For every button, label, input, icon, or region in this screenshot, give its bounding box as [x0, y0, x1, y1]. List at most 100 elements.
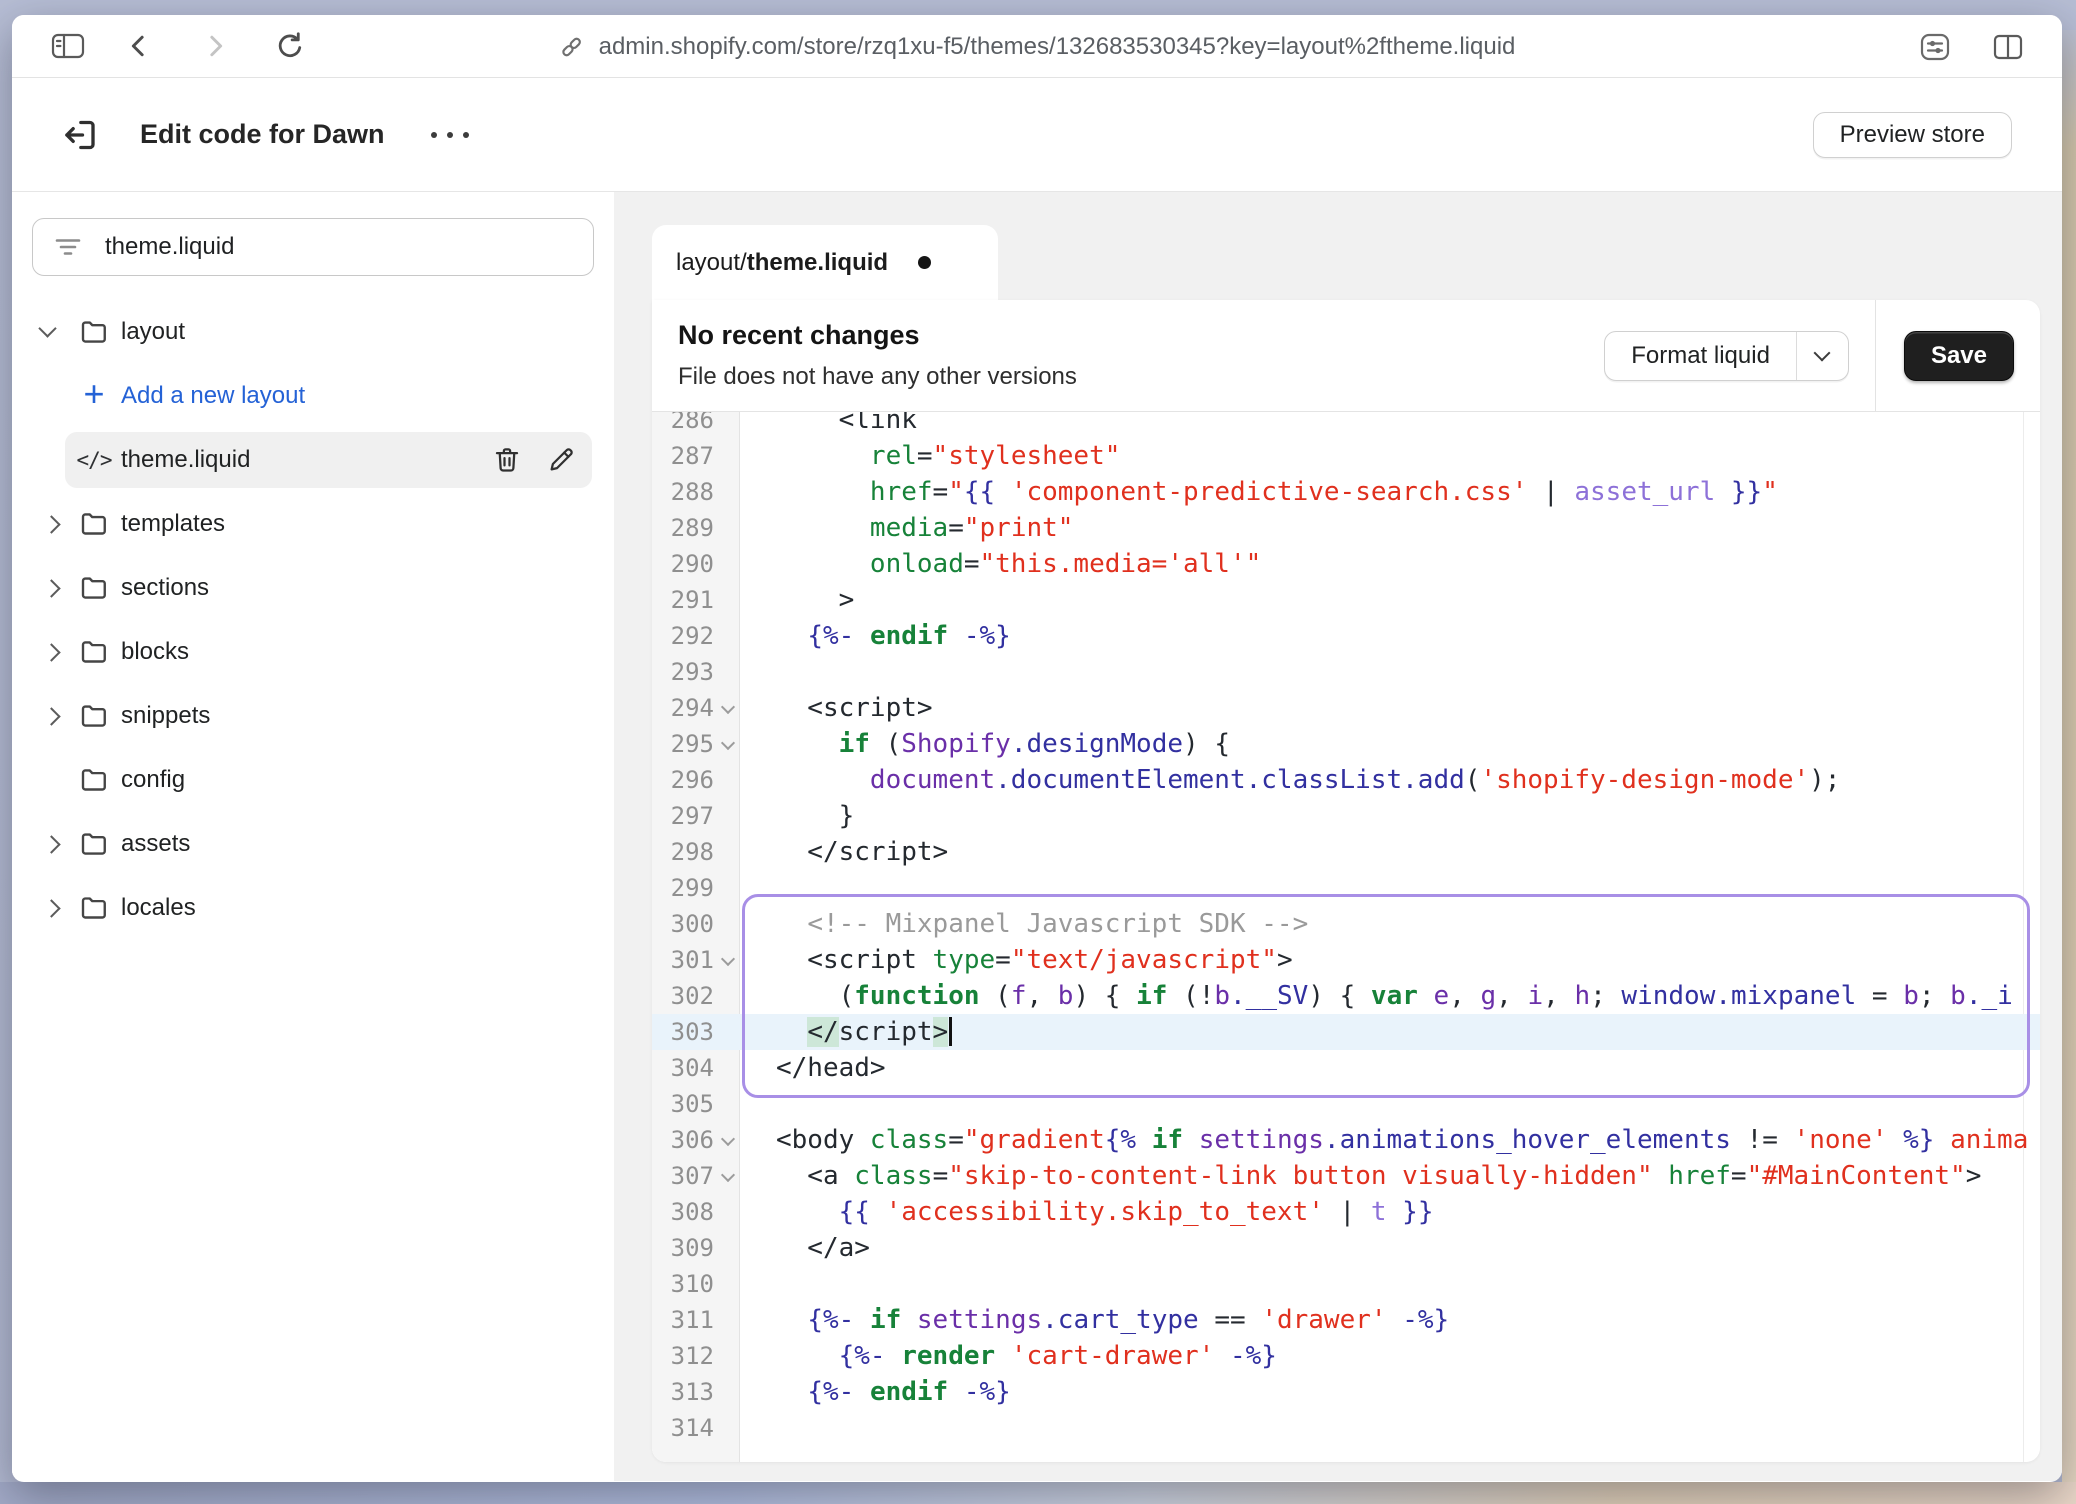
app-header: Edit code for Dawn Preview store	[12, 78, 2062, 192]
sidebar-item-blocks[interactable]: blocks	[65, 624, 592, 680]
fold-chevron-icon[interactable]	[721, 952, 735, 966]
format-liquid-caret-button[interactable]	[1796, 332, 1848, 380]
line-number: 314	[652, 1410, 740, 1446]
fold-chevron-icon[interactable]	[721, 1132, 735, 1146]
code-text: >	[740, 582, 854, 618]
folder-icon	[79, 829, 109, 859]
line-number: 286	[652, 412, 740, 438]
code-line[interactable]: 303 </script>	[652, 1014, 2040, 1050]
code-line[interactable]: 309 </a>	[652, 1230, 2040, 1266]
line-number: 290	[652, 546, 740, 582]
code-text	[740, 870, 776, 906]
code-text: <!-- Mixpanel Javascript SDK -->	[740, 906, 1308, 942]
code-text: </script>	[740, 834, 948, 870]
tree-item-label: theme.liquid	[121, 446, 250, 474]
sidebar-item-locales[interactable]: locales	[65, 880, 592, 936]
code-line[interactable]: 291 >	[652, 582, 2040, 618]
code-editor[interactable]: 286 <link287 rel="stylesheet"288 href="{…	[652, 412, 2040, 1462]
chevron-right-icon[interactable]	[42, 579, 60, 597]
line-number: 289	[652, 510, 740, 546]
file-tree: layout +Add a new layout </>theme.liquid te…	[12, 304, 614, 936]
code-text: </script>	[740, 1014, 952, 1050]
trash-icon[interactable]	[492, 445, 522, 475]
code-line[interactable]: 300 <!-- Mixpanel Javascript SDK -->	[652, 906, 2040, 942]
code-text	[740, 1266, 776, 1302]
code-line[interactable]: 308 {{ 'accessibility.skip_to_text' | t …	[652, 1194, 2040, 1230]
sidebar-item-snippets[interactable]: snippets	[65, 688, 592, 744]
code-line[interactable]: 310	[652, 1266, 2040, 1302]
code-line[interactable]: 306<body class="gradient{% if settings.a…	[652, 1122, 2040, 1158]
code-line[interactable]: 297 }	[652, 798, 2040, 834]
page-title: Edit code for Dawn	[140, 119, 385, 150]
line-number: 309	[652, 1230, 740, 1266]
sidebar-item-config[interactable]: config	[65, 752, 592, 808]
desktop-background-right	[2062, 30, 2076, 1504]
url-text: admin.shopify.com/store/rzq1xu-f5/themes…	[599, 33, 1516, 61]
tree-item-label: config	[121, 766, 185, 794]
line-number: 311	[652, 1302, 740, 1338]
split-view-icon[interactable]	[1992, 32, 2024, 62]
code-line[interactable]: 305	[652, 1086, 2040, 1122]
more-menu-icon[interactable]	[431, 132, 469, 138]
code-line[interactable]: 290 onload="this.media='all'"	[652, 546, 2040, 582]
code-line[interactable]: 286 <link	[652, 412, 2040, 438]
sidebar-item-layout[interactable]: layout	[65, 304, 592, 360]
code-line[interactable]: 299	[652, 870, 2040, 906]
code-line[interactable]: 293	[652, 654, 2040, 690]
pencil-icon[interactable]	[546, 445, 576, 475]
code-line[interactable]: 296 document.documentElement.classList.a…	[652, 762, 2040, 798]
sidebar-toggle-icon[interactable]	[50, 30, 86, 62]
fold-chevron-icon[interactable]	[721, 1168, 735, 1182]
preview-store-button[interactable]: Preview store	[1813, 112, 2012, 158]
editor-card: No recent changes File does not have any…	[652, 300, 2040, 1462]
chevron-down-icon[interactable]	[38, 319, 56, 337]
exit-icon[interactable]	[60, 115, 100, 155]
code-line[interactable]: 304</head>	[652, 1050, 2040, 1086]
code-line[interactable]: 288 href="{{ 'component-predictive-searc…	[652, 474, 2040, 510]
line-number: 307	[652, 1158, 740, 1194]
chevron-right-icon[interactable]	[42, 835, 60, 853]
line-number: 306	[652, 1122, 740, 1158]
code-line[interactable]: 312 {%- render 'cart-drawer' -%}	[652, 1338, 2040, 1374]
code-line[interactable]: 311 {%- if settings.cart_type == 'drawer…	[652, 1302, 2040, 1338]
code-line[interactable]: 314	[652, 1410, 2040, 1446]
chevron-right-icon[interactable]	[42, 899, 60, 917]
extensions-icon[interactable]	[1918, 31, 1952, 63]
desktop-background-bottom	[0, 1482, 2076, 1504]
sidebar-item-sections[interactable]: sections	[65, 560, 592, 616]
code-line[interactable]: 289 media="print"	[652, 510, 2040, 546]
sidebar-item-add-a-new-layout[interactable]: +Add a new layout	[65, 368, 592, 424]
code-text	[740, 654, 776, 690]
fold-chevron-icon[interactable]	[721, 736, 735, 750]
forward-icon[interactable]	[200, 31, 230, 61]
line-number: 297	[652, 798, 740, 834]
line-number: 310	[652, 1266, 740, 1302]
tree-item-label: assets	[121, 830, 190, 858]
address-bar[interactable]: admin.shopify.com/store/rzq1xu-f5/themes…	[559, 15, 1516, 78]
code-line[interactable]: 302 (function (f, b) { if (!b.__SV) { va…	[652, 978, 2040, 1014]
sidebar-item-assets[interactable]: assets	[65, 816, 592, 872]
code-line[interactable]: 292 {%- endif -%}	[652, 618, 2040, 654]
code-line[interactable]: 298 </script>	[652, 834, 2040, 870]
code-line[interactable]: 287 rel="stylesheet"	[652, 438, 2040, 474]
line-number: 302	[652, 978, 740, 1014]
format-liquid-button[interactable]: Format liquid	[1605, 332, 1796, 380]
back-icon[interactable]	[124, 31, 154, 61]
chevron-right-icon[interactable]	[42, 515, 60, 533]
code-line[interactable]: 295 if (Shopify.designMode) {	[652, 726, 2040, 762]
reload-icon[interactable]	[274, 30, 306, 62]
code-line[interactable]: 313 {%- endif -%}	[652, 1374, 2040, 1410]
code-line[interactable]: 301 <script type="text/javascript">	[652, 942, 2040, 978]
code-line[interactable]: 294 <script>	[652, 690, 2040, 726]
tab-theme-liquid[interactable]: layout/theme.liquid	[652, 225, 998, 300]
sidebar-item-theme-liquid[interactable]: </>theme.liquid	[65, 432, 592, 488]
chevron-right-icon[interactable]	[42, 707, 60, 725]
fold-chevron-icon[interactable]	[721, 700, 735, 714]
line-number: 312	[652, 1338, 740, 1374]
link-icon	[559, 34, 585, 60]
file-search-input[interactable]: theme.liquid	[32, 218, 594, 276]
save-button[interactable]: Save	[1904, 331, 2014, 381]
code-line[interactable]: 307 <a class="skip-to-content-link butto…	[652, 1158, 2040, 1194]
chevron-right-icon[interactable]	[42, 643, 60, 661]
sidebar-item-templates[interactable]: templates	[65, 496, 592, 552]
